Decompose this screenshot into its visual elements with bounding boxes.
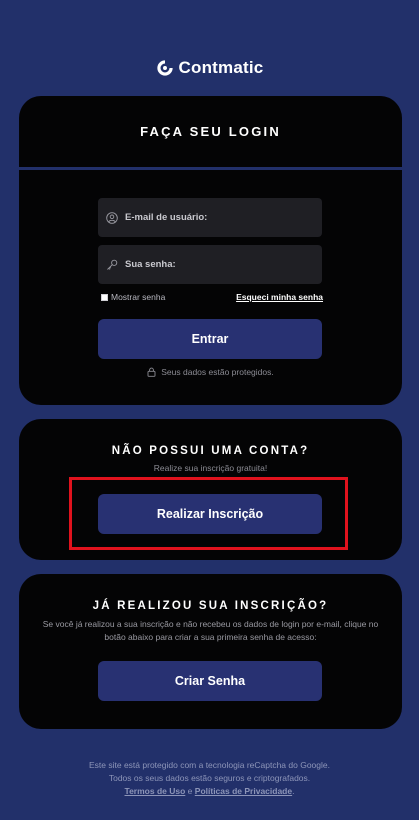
footer-conjunction: e [187,786,193,796]
privacy-link[interactable]: Políticas de Privacidade [195,786,292,796]
login-divider [19,167,402,170]
footer-security-notice: Todos os seus dados estão seguros e crip… [108,773,311,783]
show-password-label: Mostrar senha [111,292,166,302]
password-input[interactable] [125,259,315,270]
create-password-card: JÁ REALIZOU SUA INSCRIÇÃO? Se você já re… [19,574,402,729]
signup-title: NÃO POSSUI UMA CONTA? [111,445,310,457]
create-password-title: JÁ REALIZOU SUA INSCRIÇÃO? [92,600,329,612]
email-input[interactable] [125,212,315,223]
show-password-checkbox[interactable] [101,293,108,301]
security-note: Seus dados estão protegidos. [19,367,402,377]
terms-link[interactable]: Termos de Uso [125,786,186,796]
footer-period: . [292,786,295,796]
email-field[interactable] [98,198,322,237]
signup-highlight-box [69,477,348,550]
create-password-button[interactable]: Criar Senha [98,661,322,701]
create-password-description: Se você já realizou a sua inscrição e nã… [42,619,379,642]
brand-name: Contmatic [178,58,264,77]
login-card: FAÇA SEU LOGIN Mostrar senha Esqueci min… [19,96,402,405]
brand-logo: Contmatic [0,58,419,78]
show-password-toggle[interactable]: Mostrar senha [101,292,165,302]
footer: Este site está protegido com a tecnologi… [0,759,419,798]
footer-recaptcha-notice: Este site está protegido com a tecnologi… [89,760,330,770]
signup-subtitle: Realize sua inscrição gratuita! [153,463,268,473]
login-options: Mostrar senha Esqueci minha senha [101,292,323,304]
login-title: FAÇA SEU LOGIN [140,124,281,139]
login-button[interactable]: Entrar [98,319,322,359]
user-icon [106,211,118,224]
key-icon [107,259,118,270]
forgot-password-link[interactable]: Esqueci minha senha [236,292,323,302]
lock-icon [147,367,156,377]
footer-links: Termos de Uso e Políticas de Privacidade… [0,785,419,798]
password-field[interactable] [98,245,322,284]
contmatic-logo-icon [156,60,173,76]
security-note-text: Seus dados estão protegidos. [161,367,274,377]
